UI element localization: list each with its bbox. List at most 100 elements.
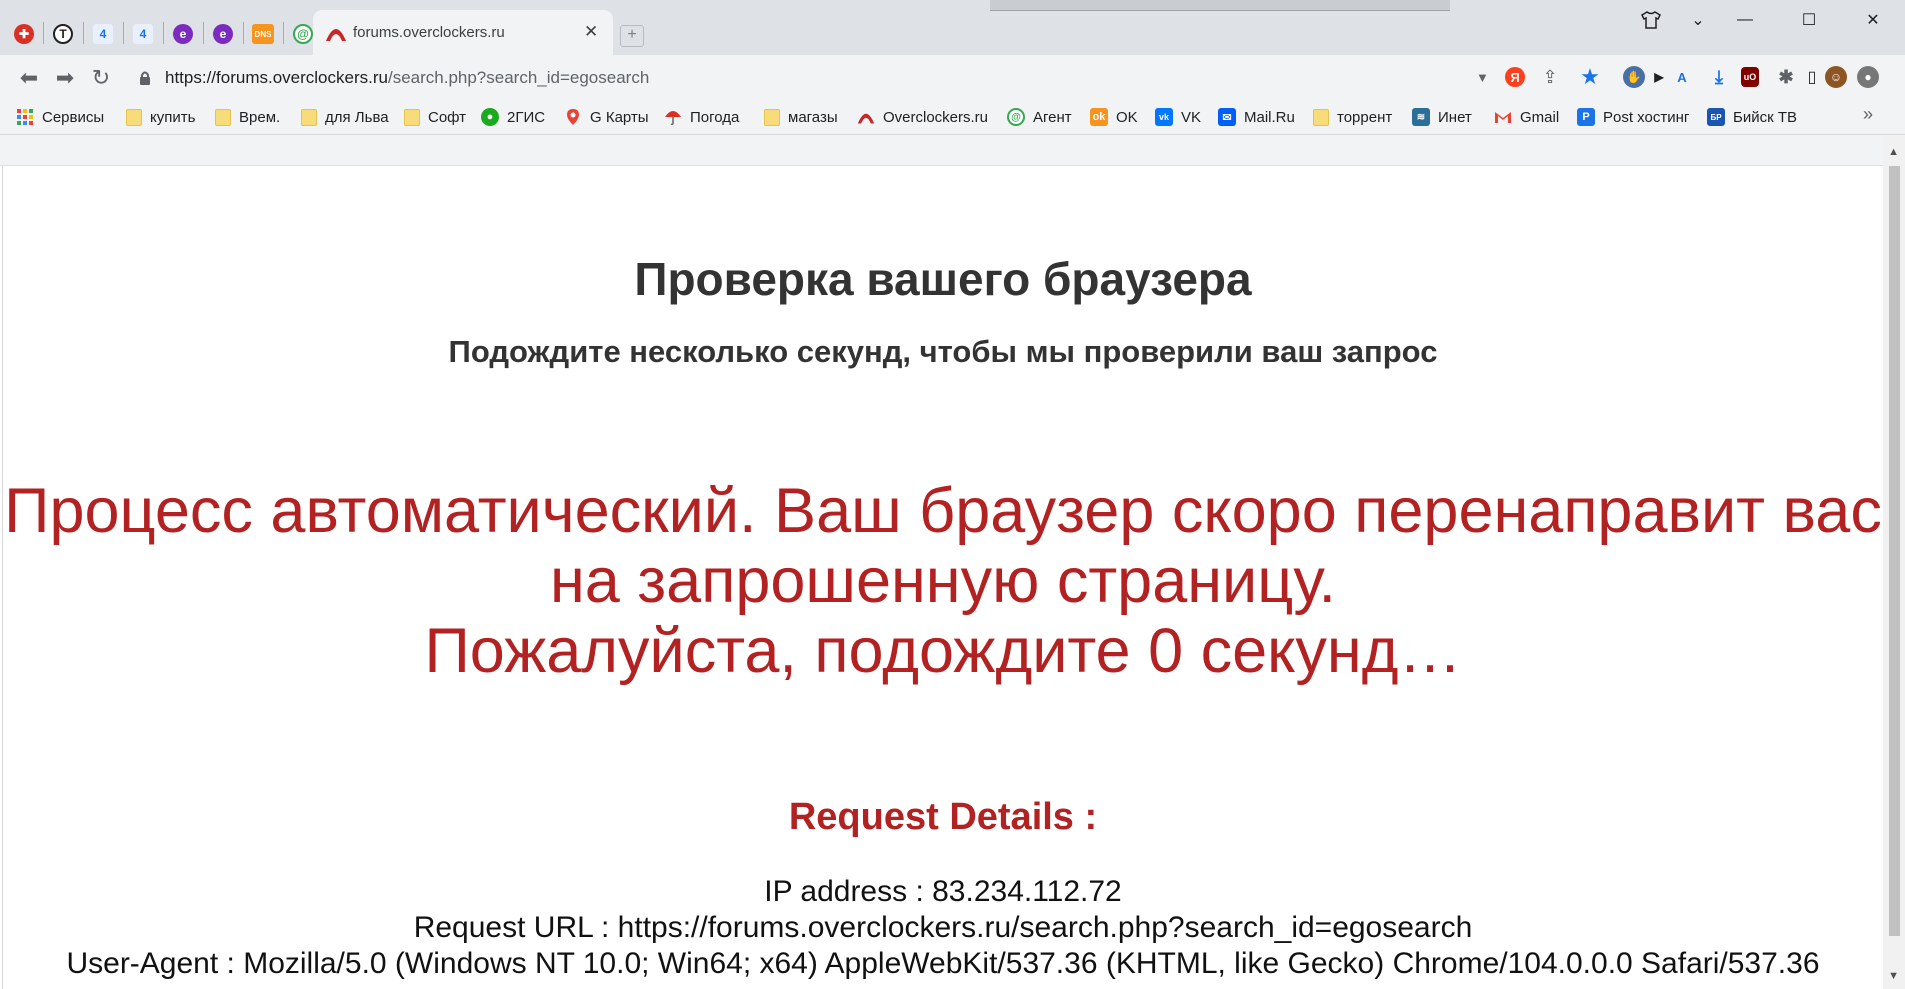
puzzle-icon[interactable]: ✱ xyxy=(1774,65,1798,89)
tab-separator xyxy=(203,22,204,44)
star-bookmark-icon[interactable]: ★ xyxy=(1578,64,1602,89)
close-tab-icon[interactable]: ✕ xyxy=(584,22,598,42)
folder-icon xyxy=(215,108,231,126)
overclockers-icon xyxy=(857,113,875,124)
bookmark-torrent[interactable]: торрент xyxy=(1313,106,1392,128)
bookmark-label: купить xyxy=(150,108,196,126)
bookmark-servisy[interactable]: Сервисы xyxy=(16,106,104,128)
share-icon[interactable]: ⇪ xyxy=(1538,65,1562,89)
url-path: /search.php?search_id=egosearch xyxy=(387,68,650,87)
dns-icon: DNS xyxy=(252,24,274,44)
bookmark-magazy[interactable]: магазы xyxy=(764,106,838,128)
redirect-message-line: на запрошенную страницу. xyxy=(549,546,1337,616)
new-tab-button[interactable]: + xyxy=(620,25,644,47)
ublock-icon[interactable]: uO xyxy=(1741,67,1759,87)
scroll-down-icon[interactable]: ▼ xyxy=(1888,970,1899,982)
letter-4-icon: 4 xyxy=(133,24,153,44)
back-arrow-icon[interactable]: ⬅ xyxy=(14,63,44,93)
minimize-icon[interactable]: — xyxy=(1713,0,1777,40)
overclockers-icon xyxy=(326,29,346,41)
bookmark-biysk-tv[interactable]: БР Бийск ТВ xyxy=(1707,106,1797,128)
translate-icon[interactable]: A xyxy=(1670,65,1694,89)
network-icon: ≋ xyxy=(1412,108,1430,126)
bookmarks-bar: Сервисы купить Врем. для Льва Софт ● 2ГИС… xyxy=(0,100,1905,135)
folder-icon xyxy=(1313,108,1329,126)
bookmark-label: Gmail xyxy=(1520,108,1560,126)
profile-icon[interactable]: ● xyxy=(1857,66,1879,88)
2gis-icon: ● xyxy=(481,108,499,126)
tab-title: forums.overclockers.ru xyxy=(353,24,505,41)
toolbar: ⬅ ➡ ↻ https://forums.overclockers.ru/sea… xyxy=(0,55,1905,100)
bookmark-vk[interactable]: vk VK xyxy=(1155,106,1201,128)
folder-icon xyxy=(301,108,317,126)
url-host: https://forums.overclockers.ru xyxy=(165,68,388,87)
bookmark-kupit[interactable]: купить xyxy=(126,106,195,128)
pinned-tab[interactable]: e xyxy=(166,14,200,54)
chevron-down-icon[interactable]: ⌄ xyxy=(1683,0,1713,40)
hand-extension-icon[interactable]: ✋ xyxy=(1623,66,1645,88)
bookmark-ok[interactable]: ok OK xyxy=(1090,106,1138,128)
tab-separator xyxy=(43,22,44,44)
dropdown-caret-icon[interactable]: ▼ xyxy=(1476,70,1489,85)
maximize-icon[interactable]: ☐ xyxy=(1777,0,1841,40)
bookmark-soft[interactable]: Софт xyxy=(404,106,466,128)
redirect-message-line: Процесс автоматический. Ваш браузер скор… xyxy=(4,476,1882,546)
tab-separator xyxy=(163,22,164,44)
scrollbar-thumb[interactable] xyxy=(1889,166,1900,936)
bookmark-g-karty[interactable]: G Карты xyxy=(564,106,649,128)
vk-icon: vk xyxy=(1155,108,1173,126)
close-icon[interactable]: ✕ xyxy=(1841,0,1905,40)
bookmark-gmail[interactable]: Gmail xyxy=(1494,106,1559,128)
pinned-tab[interactable]: T xyxy=(46,14,80,54)
pinned-tab[interactable]: ✚ xyxy=(7,14,41,54)
circle-t-icon: T xyxy=(53,24,73,44)
bookmark-label: OK xyxy=(1116,108,1138,126)
tab-separator xyxy=(283,22,284,44)
shirt-icon[interactable] xyxy=(1619,0,1683,40)
bookmark-mailru[interactable]: ✉ Mail.Ru xyxy=(1218,106,1295,128)
pinned-tab[interactable]: 4 xyxy=(86,14,120,54)
address-bar[interactable]: https://forums.overclockers.ru/search.ph… xyxy=(127,61,1497,95)
odnoklassniki-icon: ok xyxy=(1090,108,1108,126)
yandex-icon[interactable]: Я xyxy=(1505,67,1525,87)
bookmark-label: Сервисы xyxy=(42,108,105,126)
play-arrow-icon[interactable]: ▶ xyxy=(1647,65,1671,89)
page-content: Проверка вашего браузера Подождите неско… xyxy=(2,166,1883,989)
maps-pin-icon xyxy=(567,109,579,125)
window-controls: ⌄ — ☐ ✕ xyxy=(1619,0,1905,40)
scroll-up-icon[interactable]: ▲ xyxy=(1888,146,1899,158)
pinned-tab[interactable]: e xyxy=(206,14,240,54)
bookmark-2gis[interactable]: ● 2ГИС xyxy=(481,106,545,128)
tab-active[interactable]: forums.overclockers.ru ✕ xyxy=(313,10,613,55)
bookmark-label: Инет xyxy=(1438,108,1472,126)
bookmark-agent[interactable]: @ Агент xyxy=(1007,106,1072,128)
bookmark-pogoda[interactable]: Погода xyxy=(664,106,739,128)
bookmark-label: Софт xyxy=(428,108,467,126)
bookmark-post-hosting[interactable]: P Post хостинг xyxy=(1577,106,1689,128)
url-text[interactable]: https://forums.overclockers.ru/search.ph… xyxy=(165,68,649,88)
avatar[interactable]: ☺ xyxy=(1825,66,1847,88)
purple-e-icon: e xyxy=(213,24,233,44)
tab-separator xyxy=(243,22,244,44)
bookmark-vrem[interactable]: Врем. xyxy=(215,106,280,128)
bookmark-label: Overclockers.ru xyxy=(883,108,989,126)
gmail-icon xyxy=(1495,112,1511,123)
bookmark-overclockers[interactable]: Overclockers.ru xyxy=(857,106,988,128)
download-manager-icon[interactable]: ⤓ xyxy=(1707,65,1731,89)
page-title: Проверка вашего браузера xyxy=(634,253,1252,305)
purple-e-icon: e xyxy=(173,24,193,44)
bookmark-label: для Льва xyxy=(325,108,389,126)
apps-grid-icon xyxy=(17,109,33,125)
bookmark-inet[interactable]: ≋ Инет xyxy=(1412,106,1472,128)
forward-arrow-icon[interactable]: ➡ xyxy=(50,63,80,93)
pinned-tab[interactable]: 4 xyxy=(126,14,160,54)
bookmarks-overflow-icon[interactable]: » xyxy=(1863,104,1873,125)
lock-icon[interactable] xyxy=(138,70,152,86)
reload-icon[interactable]: ↻ xyxy=(86,63,116,93)
bookmark-dlya-lva[interactable]: для Льва xyxy=(301,106,389,128)
mail-icon: ✉ xyxy=(1218,108,1236,126)
pinned-tab[interactable]: DNS xyxy=(246,14,280,54)
post-icon: P xyxy=(1577,108,1595,126)
bookmark-label: Агент xyxy=(1033,108,1072,126)
sidebar-icon[interactable]: ▯ xyxy=(1800,65,1824,89)
